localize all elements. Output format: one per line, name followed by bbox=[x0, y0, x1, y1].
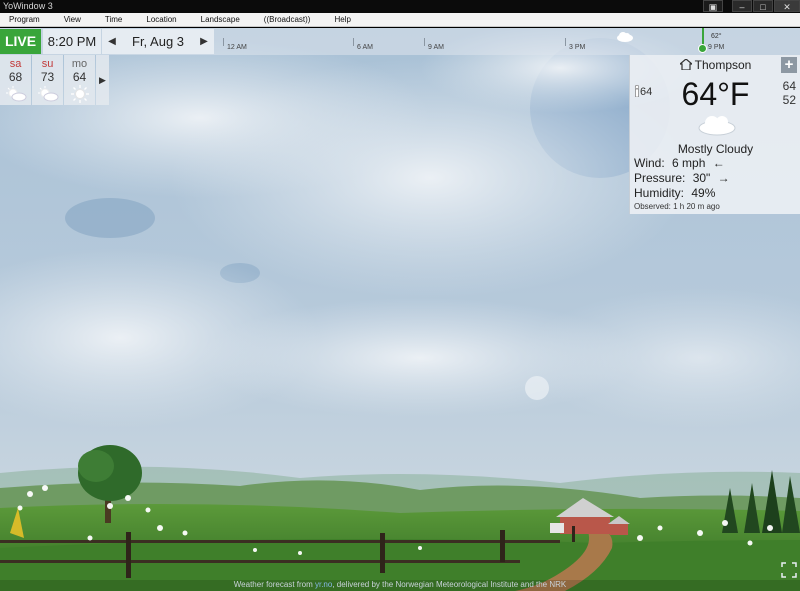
forecast-day[interactable]: sa 68 bbox=[0, 55, 31, 105]
high-temp: 64 bbox=[782, 79, 796, 93]
pressure-label: Pressure: bbox=[634, 171, 686, 185]
forecast-day-name: mo bbox=[71, 58, 88, 70]
humidity-label: Humidity: bbox=[634, 186, 685, 200]
hour-label: 12 AM bbox=[227, 44, 247, 51]
cloud-icon bbox=[698, 116, 736, 136]
forecast-day[interactable]: mo 64 bbox=[64, 55, 95, 105]
fullscreen-icon[interactable]: ▣ bbox=[703, 0, 723, 12]
pressure-row: Pressure: 30" → bbox=[634, 171, 730, 185]
observed-time: Observed: 1 h 20 m ago bbox=[634, 202, 720, 211]
window-title-bar: YoWindow 3 ▣ – □ ✕ bbox=[0, 0, 800, 13]
credits-footer: Weather forecast from yr.no, delivered b… bbox=[0, 580, 800, 591]
forecast-day-name: su bbox=[41, 58, 54, 70]
forecast-day-temp: 64 bbox=[72, 70, 87, 84]
location-label: Thompson bbox=[694, 58, 752, 72]
current-conditions-panel: Thompson + 64 64°F 64 52 Mostly Cloudy W… bbox=[629, 55, 800, 214]
location-name[interactable]: Thompson bbox=[630, 58, 800, 72]
now-temperature: 62° bbox=[711, 33, 722, 40]
live-button[interactable]: LIVE bbox=[0, 29, 41, 54]
forecast-day[interactable]: su 73 bbox=[32, 55, 63, 105]
sun-icon bbox=[64, 84, 95, 104]
timeline-tick bbox=[353, 38, 354, 46]
low-temp: 52 bbox=[782, 93, 796, 107]
menu-bar: Program View Time Location Landscape ((B… bbox=[0, 13, 800, 27]
forecast-day-name: sa bbox=[9, 58, 22, 70]
wind-direction-icon: ← bbox=[712, 156, 725, 170]
partly-cloudy-icon bbox=[32, 84, 63, 104]
maximize-button[interactable]: □ bbox=[753, 0, 773, 12]
add-location-button[interactable]: + bbox=[781, 57, 797, 73]
wind-value: 6 mph bbox=[672, 156, 706, 170]
home-icon bbox=[679, 59, 692, 70]
credits-prefix: Weather forecast from bbox=[233, 580, 315, 589]
wind-label: Wind: bbox=[634, 156, 665, 170]
current-time[interactable]: 8:20 PM bbox=[43, 29, 101, 54]
forecast-strip: sa 68 su 73 mo 64 ▶ bbox=[0, 55, 109, 105]
window-controls: ▣ – □ ✕ bbox=[702, 0, 800, 13]
menu-program[interactable]: Program bbox=[0, 15, 40, 24]
minimize-button[interactable]: – bbox=[732, 0, 752, 12]
hour-label: 3 PM bbox=[569, 44, 586, 51]
cloud-icon bbox=[617, 32, 633, 42]
partly-cloudy-icon bbox=[0, 84, 31, 104]
menu-time[interactable]: Time bbox=[96, 15, 122, 24]
timeline-tick bbox=[424, 38, 425, 46]
current-temperature: 64°F bbox=[681, 76, 750, 112]
menu-help[interactable]: Help bbox=[325, 15, 350, 24]
window-title: YoWindow 3 bbox=[3, 1, 53, 11]
hour-label: 6 AM bbox=[357, 44, 373, 51]
forecast-day-temp: 68 bbox=[8, 70, 23, 84]
hour-label: 9 PM bbox=[708, 44, 725, 51]
menu-view[interactable]: View bbox=[55, 15, 81, 24]
wind-row: Wind: 6 mph ← bbox=[634, 156, 725, 170]
forecast-day-temp: 73 bbox=[40, 70, 55, 84]
next-day-icon[interactable]: ▶ bbox=[197, 29, 211, 54]
timeline-tick bbox=[223, 38, 224, 46]
credits-link[interactable]: yr.no bbox=[315, 580, 332, 589]
condition-text: Mostly Cloudy bbox=[677, 142, 754, 156]
hour-label: 9 AM bbox=[428, 44, 444, 51]
current-date: Fr, Aug 3 bbox=[132, 34, 185, 49]
humidity-row: Humidity: 49% bbox=[634, 186, 715, 200]
pressure-trend-icon: → bbox=[717, 171, 730, 185]
menu-landscape[interactable]: Landscape bbox=[192, 15, 240, 24]
menu-location[interactable]: Location bbox=[137, 15, 176, 24]
date-selector: ◀ Fr, Aug 3 ▶ bbox=[102, 29, 214, 54]
pressure-value: 30" bbox=[692, 171, 711, 185]
credits-suffix: , delivered by the Norwegian Meteorologi… bbox=[332, 580, 567, 589]
menu-broadcast[interactable]: ((Broadcast)) bbox=[255, 15, 311, 24]
expand-icon[interactable] bbox=[781, 562, 797, 578]
forecast-more-icon[interactable]: ▶ bbox=[96, 55, 109, 105]
timeline-tick bbox=[565, 38, 566, 46]
now-marker-handle[interactable] bbox=[698, 44, 707, 53]
close-button[interactable]: ✕ bbox=[774, 0, 800, 12]
humidity-value: 49% bbox=[691, 186, 716, 200]
previous-day-icon[interactable]: ◀ bbox=[105, 29, 119, 54]
high-low: 64 52 bbox=[783, 79, 796, 107]
